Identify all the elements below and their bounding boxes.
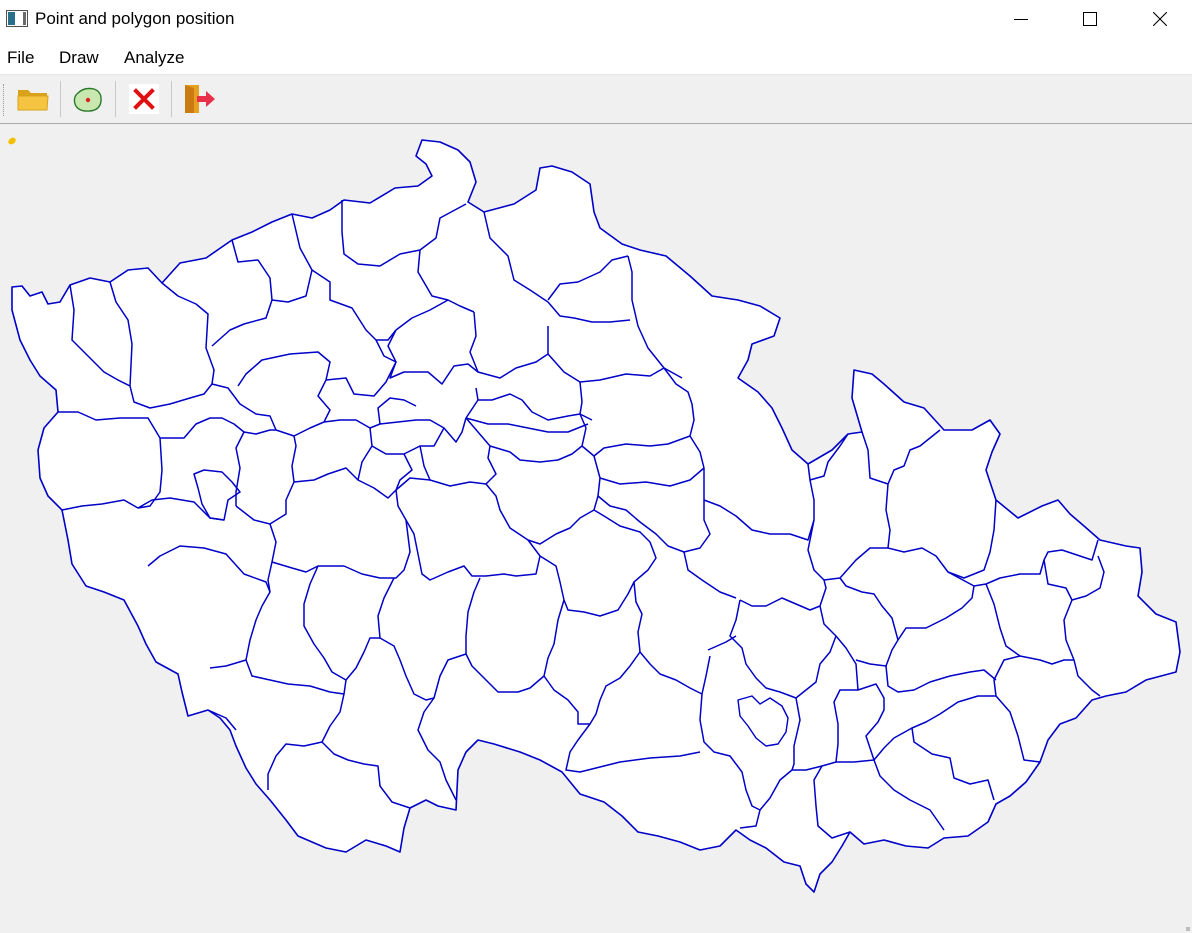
clear-x-icon — [129, 84, 159, 114]
close-button[interactable] — [1137, 0, 1183, 38]
app-window-icon — [6, 10, 28, 27]
drawing-canvas[interactable] — [0, 124, 1192, 933]
close-icon — [1153, 12, 1167, 26]
menu-draw[interactable]: Draw — [59, 48, 99, 68]
menu-file[interactable]: File — [7, 48, 34, 68]
draw-point-polygon-icon — [73, 87, 102, 112]
toolbar-separator — [171, 81, 172, 117]
minimize-icon — [1014, 19, 1028, 20]
analyzed-point[interactable] — [8, 137, 16, 145]
open-button[interactable] — [15, 81, 51, 117]
resize-grip[interactable] — [1186, 927, 1190, 931]
toolbar-separator — [115, 81, 116, 117]
menu-bar: File Draw Analyze — [0, 40, 1192, 75]
maximize-icon — [1083, 12, 1097, 26]
draw-button[interactable] — [70, 81, 106, 117]
main-window: Point and polygon position File Draw Ana… — [0, 0, 1192, 933]
toolbar-grip[interactable] — [3, 84, 7, 116]
toolbar — [0, 75, 1192, 124]
window-title: Point and polygon position — [35, 9, 235, 28]
title-bar[interactable]: Point and polygon position — [0, 0, 1192, 40]
polygon-map — [11, 139, 1181, 893]
map-outline — [11, 139, 1181, 893]
exit-button[interactable] — [181, 81, 217, 117]
exit-door-icon — [185, 85, 215, 113]
maximize-button[interactable] — [1067, 0, 1113, 38]
folder-open-icon — [17, 90, 49, 111]
toolbar-separator — [60, 81, 61, 117]
clear-button[interactable] — [126, 81, 162, 117]
menu-analyze[interactable]: Analyze — [124, 48, 184, 68]
minimize-button[interactable] — [998, 0, 1044, 38]
